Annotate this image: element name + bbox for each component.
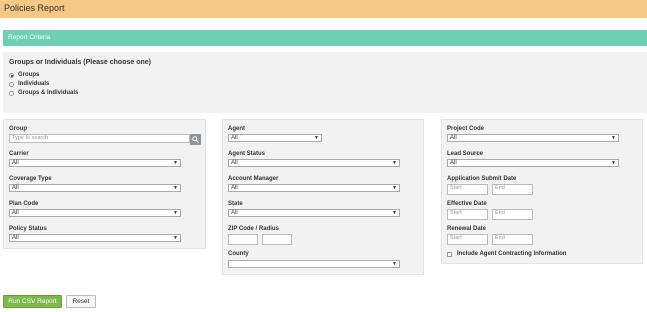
renewal-date-label: Renewal Date bbox=[447, 226, 487, 232]
lead-source-select[interactable]: All ▼ bbox=[447, 159, 619, 167]
plan-code-label: Plan Code bbox=[9, 201, 39, 207]
page-header: Policies Report bbox=[0, 0, 647, 18]
radio-label: Groups bbox=[18, 72, 40, 78]
radio-option-groups-individuals[interactable]: Groups & Individuals bbox=[9, 90, 78, 96]
lead-source-value: All bbox=[450, 160, 457, 166]
effective-date-label: Effective Date bbox=[447, 201, 487, 207]
lead-source-label: Lead Source bbox=[447, 151, 484, 157]
county-select[interactable]: ▼ bbox=[228, 260, 400, 268]
chevron-down-icon: ▼ bbox=[611, 160, 616, 166]
filters-column-2: Agent All ▼ Agent Status All ▼ Account M… bbox=[222, 119, 424, 275]
policy-status-value: All bbox=[12, 235, 19, 241]
chevron-down-icon: ▼ bbox=[173, 210, 178, 216]
renewal-end-input[interactable]: End bbox=[492, 234, 533, 245]
effective-start-input[interactable]: Start bbox=[447, 209, 488, 220]
agent-value: All bbox=[231, 135, 238, 141]
carrier-value: All bbox=[12, 160, 19, 166]
agent-label: Agent bbox=[228, 126, 245, 132]
account-manager-label: Account Manager bbox=[228, 176, 279, 182]
coverage-type-value: All bbox=[12, 185, 19, 191]
state-label: State bbox=[228, 201, 243, 207]
report-criteria-bar[interactable]: Report Criteria bbox=[3, 30, 647, 46]
filters-column-3: Project Code All ▼ Lead Source All ▼ App… bbox=[441, 119, 643, 264]
plan-code-value: All bbox=[12, 210, 19, 216]
chevron-down-icon: ▼ bbox=[392, 160, 397, 166]
renewal-start-input[interactable]: Start bbox=[447, 234, 488, 245]
chevron-down-icon: ▼ bbox=[392, 210, 397, 216]
search-icon bbox=[192, 136, 199, 143]
groups-section-title: Groups or Individuals (Please choose one… bbox=[9, 59, 151, 66]
radio-groups[interactable] bbox=[9, 72, 14, 78]
radius-input[interactable] bbox=[262, 234, 292, 245]
group-label: Group bbox=[9, 126, 27, 132]
account-manager-select[interactable]: All ▼ bbox=[228, 184, 400, 192]
project-code-value: All bbox=[450, 135, 457, 141]
application-submit-date-label: Application Submit Date bbox=[447, 176, 517, 182]
chevron-down-icon: ▼ bbox=[173, 160, 178, 166]
chevron-down-icon: ▼ bbox=[392, 185, 397, 191]
policy-status-label: Policy Status bbox=[9, 226, 47, 232]
include-contracting-checkbox[interactable] bbox=[447, 252, 452, 257]
chevron-down-icon: ▼ bbox=[314, 135, 319, 141]
coverage-type-select[interactable]: All ▼ bbox=[9, 184, 181, 192]
agent-status-select[interactable]: All ▼ bbox=[228, 159, 400, 167]
account-manager-value: All bbox=[231, 185, 238, 191]
project-code-label: Project Code bbox=[447, 126, 485, 132]
radio-option-groups[interactable]: Groups bbox=[9, 72, 39, 78]
chevron-down-icon: ▼ bbox=[392, 261, 397, 267]
include-contracting-label: Include Agent Contracting Information bbox=[457, 251, 567, 257]
coverage-type-label: Coverage Type bbox=[9, 176, 52, 182]
agent-status-label: Agent Status bbox=[228, 151, 266, 157]
filters-column-1: Group Type to search Carrier All ▼ Cover… bbox=[3, 119, 206, 249]
zip-radius-label: ZIP Code / Radius bbox=[228, 226, 279, 232]
county-label: County bbox=[228, 251, 249, 257]
radio-individuals[interactable] bbox=[9, 81, 14, 87]
effective-end-input[interactable]: End bbox=[492, 209, 533, 220]
group-search-input[interactable]: Type to search bbox=[9, 134, 190, 143]
state-select[interactable]: All ▼ bbox=[228, 209, 400, 217]
reset-button[interactable]: Reset bbox=[66, 295, 96, 308]
radio-groups-individuals[interactable] bbox=[9, 90, 14, 96]
groups-panel: Groups or Individuals (Please choose one… bbox=[3, 52, 647, 113]
agent-status-value: All bbox=[231, 160, 238, 166]
run-csv-report-button[interactable]: Run CSV Report bbox=[3, 295, 62, 308]
state-value: All bbox=[231, 210, 238, 216]
radio-option-individuals[interactable]: Individuals bbox=[9, 81, 49, 87]
radio-label: Groups & Individuals bbox=[18, 90, 79, 96]
radio-label: Individuals bbox=[18, 81, 50, 87]
zip-code-input[interactable] bbox=[228, 234, 258, 245]
chevron-down-icon: ▼ bbox=[173, 235, 178, 241]
carrier-select[interactable]: All ▼ bbox=[9, 159, 181, 167]
project-code-select[interactable]: All ▼ bbox=[447, 134, 619, 142]
agent-select[interactable]: All ▼ bbox=[228, 134, 322, 142]
report-criteria-label: Report Criteria bbox=[8, 34, 51, 41]
app-submit-start-input[interactable]: Start bbox=[447, 184, 488, 195]
search-button[interactable] bbox=[190, 134, 201, 145]
policy-status-select[interactable]: All ▼ bbox=[9, 234, 181, 242]
carrier-label: Carrier bbox=[9, 151, 29, 157]
chevron-down-icon: ▼ bbox=[611, 135, 616, 141]
chevron-down-icon: ▼ bbox=[173, 185, 178, 191]
page-title: Policies Report bbox=[4, 3, 65, 13]
plan-code-select[interactable]: All ▼ bbox=[9, 209, 181, 217]
app-submit-end-input[interactable]: End bbox=[492, 184, 533, 195]
